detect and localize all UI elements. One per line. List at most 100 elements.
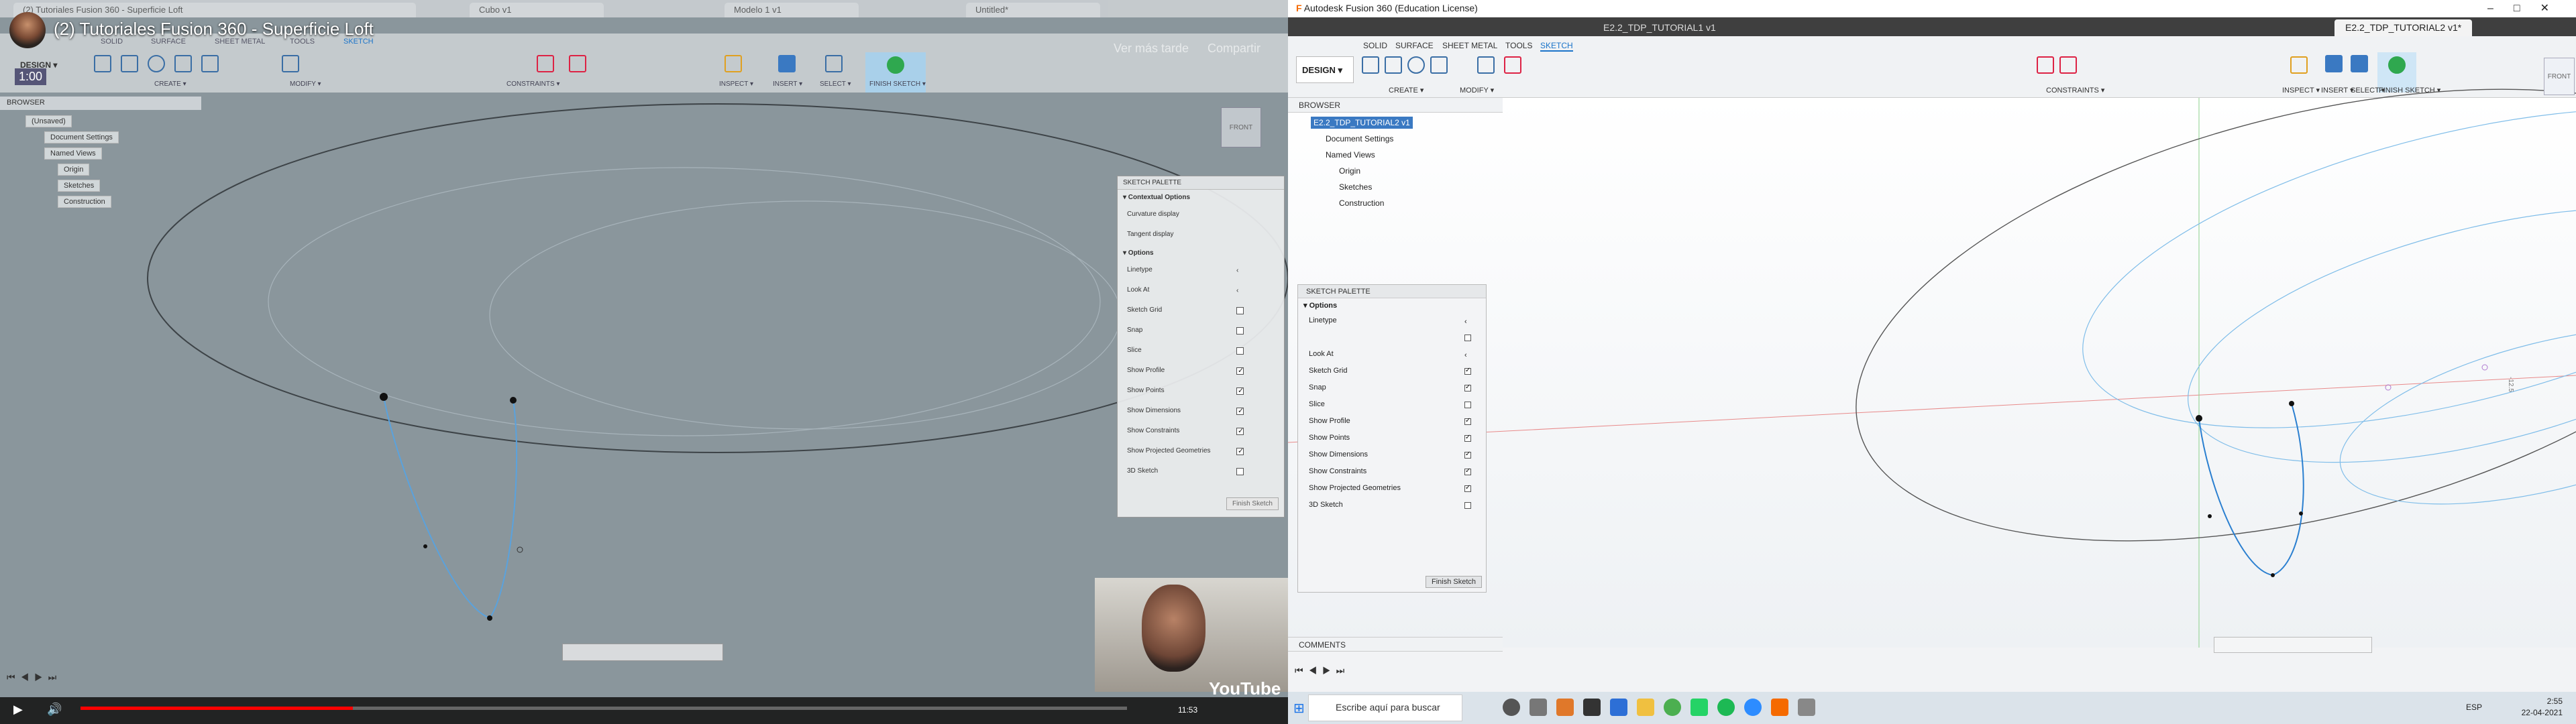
finish-sketch-button[interactable]: Finish Sketch <box>1425 576 1482 588</box>
option-icon[interactable]: ‹ <box>1464 318 1471 326</box>
spline-icon[interactable] <box>174 55 192 72</box>
play-icon[interactable]: ▶ <box>13 703 23 717</box>
sketch-point[interactable] <box>423 544 427 548</box>
video-progress-bar[interactable] <box>80 707 1127 710</box>
checkbox[interactable] <box>1464 502 1471 509</box>
sketch-point[interactable] <box>510 397 517 404</box>
palette-option-row[interactable] <box>1298 329 1486 346</box>
palette-option-row[interactable]: 3D Sketch <box>1298 497 1486 514</box>
triangle-icon[interactable] <box>201 55 219 72</box>
checkbox[interactable] <box>1464 450 1471 459</box>
checkbox[interactable] <box>1236 327 1244 335</box>
palette-row[interactable]: Curvature display <box>1118 205 1284 225</box>
checkbox[interactable] <box>1464 434 1471 442</box>
sketch-point[interactable] <box>2271 573 2275 577</box>
group-select[interactable]: SELECT ▾ <box>820 80 851 88</box>
browser-item[interactable]: Named Views <box>44 147 102 160</box>
circle-icon[interactable] <box>148 55 165 72</box>
palette-option-row[interactable]: Linetype ‹ <box>1118 261 1284 281</box>
sketch-point[interactable] <box>2196 415 2202 422</box>
group-inspect[interactable]: INSPECT ▾ <box>719 80 753 88</box>
warning-triangle-icon[interactable] <box>569 55 586 72</box>
cortana-icon[interactable] <box>1503 699 1520 716</box>
checkbox[interactable] <box>1464 484 1471 492</box>
insert-image-icon[interactable] <box>778 55 796 72</box>
option-icon[interactable]: ‹ <box>1236 287 1244 294</box>
palette-option-row[interactable]: Sketch Grid <box>1298 363 1486 379</box>
option-icon[interactable]: ‹ <box>1236 267 1244 274</box>
contextual-options-header[interactable]: ▾ Contextual Options <box>1118 190 1284 205</box>
tool-icon[interactable] <box>1798 699 1815 716</box>
palette-option-row[interactable]: Show Dimensions <box>1298 446 1486 463</box>
channel-avatar[interactable] <box>9 12 46 48</box>
option-icon[interactable]: ‹ <box>1464 351 1471 359</box>
sketch-point[interactable] <box>487 615 492 621</box>
windows-start-icon[interactable]: ⊞ <box>1293 700 1305 717</box>
palette-option-row[interactable]: Snap <box>1118 321 1284 341</box>
watch-later-label[interactable]: Ver más tarde <box>1114 42 1189 56</box>
check-icon[interactable] <box>887 56 904 74</box>
options-header[interactable]: ▾ Options <box>1118 245 1284 261</box>
checkbox[interactable] <box>1236 307 1244 314</box>
checkbox[interactable] <box>1236 426 1244 435</box>
lock-icon[interactable] <box>537 55 554 72</box>
whatsapp-icon[interactable] <box>1690 699 1708 716</box>
palette-option-row[interactable]: Show Points <box>1298 430 1486 446</box>
sketch-point[interactable] <box>2289 401 2294 406</box>
palette-option-row[interactable]: Look At ‹ <box>1118 281 1284 301</box>
checkbox[interactable] <box>1464 367 1471 375</box>
volume-icon[interactable]: 🔊 <box>47 703 62 717</box>
browser-tab[interactable]: Untitled* <box>966 3 1100 17</box>
rectangle-icon[interactable] <box>121 55 138 72</box>
palette-option-row[interactable]: Show Constraints <box>1118 422 1284 442</box>
checkbox[interactable] <box>1464 383 1471 391</box>
browser-root[interactable]: E2.2_TDP_TUTORIAL2 v1 <box>1311 117 1413 129</box>
checkbox[interactable] <box>1236 446 1244 455</box>
select-icon[interactable] <box>825 55 843 72</box>
group-finish-sketch[interactable]: FINISH SKETCH ▾ <box>869 80 926 88</box>
taskbar-search[interactable]: Escribe aquí para buscar <box>1308 695 1462 721</box>
browser-item[interactable]: Document Settings <box>1323 133 1396 145</box>
palette-option-row[interactable]: Show Constraints <box>1298 463 1486 480</box>
palette-option-row[interactable]: Show Projected Geometries <box>1118 442 1284 462</box>
zoom-icon[interactable] <box>1744 699 1762 716</box>
browser-item[interactable]: Construction <box>58 196 111 208</box>
dimension-label[interactable]: -12.5 <box>2507 377 2514 392</box>
group-insert[interactable]: INSERT ▾ <box>773 80 802 88</box>
palette-option-row[interactable]: Show Profile <box>1118 361 1284 381</box>
checkbox[interactable] <box>1464 417 1471 425</box>
palette-option-row[interactable]: Linetype ‹ <box>1298 312 1486 329</box>
navigation-bar[interactable] <box>562 644 723 661</box>
share-label[interactable]: Compartir <box>1208 42 1260 56</box>
browser-item[interactable]: Origin <box>58 164 90 176</box>
palette-option-row[interactable]: Look At ‹ <box>1298 346 1486 363</box>
timeline[interactable]: ⏮◀▶⏭ <box>1288 664 1503 680</box>
measure-icon[interactable] <box>724 55 742 72</box>
navigation-bar[interactable] <box>2214 637 2372 653</box>
sketch-point[interactable] <box>2299 511 2303 516</box>
browser-item[interactable]: Origin <box>1336 165 1363 177</box>
palette-option-row[interactable]: Slice <box>1118 341 1284 361</box>
browser-item[interactable]: Sketches <box>1336 181 1375 193</box>
checkbox[interactable] <box>1236 366 1244 375</box>
palette-option-row[interactable]: Slice <box>1298 396 1486 413</box>
checkbox[interactable] <box>1236 386 1244 395</box>
palette-row[interactable]: Tangent display <box>1118 225 1284 245</box>
browser-tab[interactable]: Modelo 1 v1 <box>724 3 859 17</box>
browser-item[interactable]: Construction <box>1336 197 1387 209</box>
fusion-taskbar-icon[interactable] <box>1771 699 1788 716</box>
checkbox[interactable] <box>1464 467 1471 475</box>
palette-option-row[interactable]: Sketch Grid <box>1118 301 1284 321</box>
spotify-icon[interactable] <box>1717 699 1735 716</box>
sketch-point[interactable] <box>380 393 388 401</box>
profile-curve[interactable] <box>383 396 518 619</box>
group-modify[interactable]: MODIFY ▾ <box>290 80 321 88</box>
palette-option-row[interactable]: Show Profile <box>1298 413 1486 430</box>
checkbox[interactable] <box>1236 406 1244 415</box>
browser-item[interactable]: Named Views <box>1323 149 1378 161</box>
video-title[interactable]: (2) Tutoriales Fusion 360 - Superficie L… <box>54 19 374 40</box>
view-cube[interactable]: FRONT <box>2544 58 2575 95</box>
profile-curve[interactable] <box>2198 403 2304 577</box>
browser-tab[interactable]: Cubo v1 <box>470 3 604 17</box>
store-icon[interactable] <box>1583 699 1601 716</box>
